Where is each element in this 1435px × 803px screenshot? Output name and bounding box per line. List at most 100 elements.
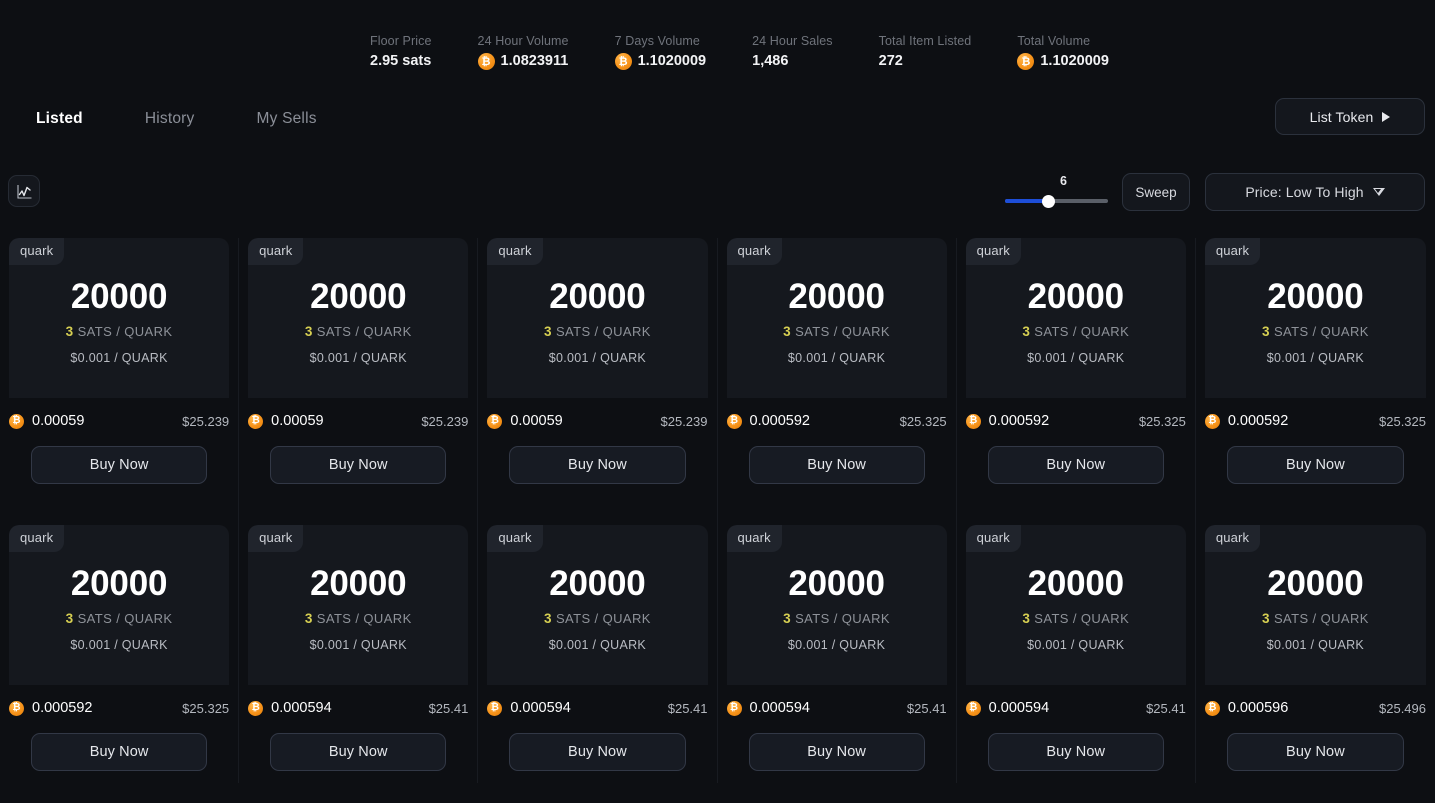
bitcoin-icon bbox=[615, 53, 632, 70]
stat-label: 7 Days Volume bbox=[615, 33, 707, 49]
card-btc-price-value: 0.00059 bbox=[32, 413, 84, 429]
card-amount: 20000 bbox=[727, 563, 947, 605]
listing-card[interactable]: quark200003 SATS / QUARK$0.001 / QUARK 0.… bbox=[239, 525, 478, 803]
bitcoin-icon bbox=[9, 701, 24, 716]
card-sats-rate-number: 3 bbox=[66, 324, 74, 339]
card-usd-price: $25.496 bbox=[1379, 701, 1426, 716]
stat-value: 1.1020009 bbox=[1017, 52, 1109, 70]
card-btc-price: 0.000592 bbox=[9, 700, 92, 716]
card-token-badge: quark bbox=[1205, 238, 1260, 265]
card-btc-price: 0.00059 bbox=[248, 413, 323, 429]
stat-item: 24 Hour Volume1.0823911 bbox=[478, 33, 569, 70]
card-media: quark200003 SATS / QUARK$0.001 / QUARK bbox=[9, 238, 229, 398]
card-price-row: 0.000596 $25.496 bbox=[1205, 697, 1426, 719]
buy-now-button[interactable]: Buy Now bbox=[1227, 733, 1404, 771]
card-price-row: 0.000592 $25.325 bbox=[9, 697, 229, 719]
line-chart-icon-button[interactable] bbox=[8, 175, 40, 207]
listing-card[interactable]: quark200003 SATS / QUARK$0.001 / QUARK0.… bbox=[957, 238, 1196, 525]
card-media: quark200003 SATS / QUARK$0.001 / QUARK bbox=[487, 238, 707, 398]
slider-thumb[interactable] bbox=[1042, 195, 1055, 208]
card-sats-rate-number: 3 bbox=[544, 611, 552, 626]
card-usd-price: $25.325 bbox=[1379, 414, 1426, 429]
stat-value-text: 1.1020009 bbox=[638, 52, 707, 70]
card-media: quark200003 SATS / QUARK$0.001 / QUARK bbox=[727, 238, 947, 398]
list-token-button[interactable]: List Token bbox=[1275, 98, 1425, 135]
tab-history[interactable]: History bbox=[145, 104, 195, 134]
card-usd-rate: $0.001 / QUARK bbox=[1205, 637, 1426, 653]
card-media: quark200003 SATS / QUARK$0.001 / QUARK bbox=[248, 238, 468, 398]
stat-item: Total Item Listed272 bbox=[879, 33, 972, 70]
card-sats-rate: 3 SATS / QUARK bbox=[727, 323, 947, 340]
card-sats-rate: 3 SATS / QUARK bbox=[966, 610, 1186, 627]
sweep-quantity-slider[interactable]: 6 bbox=[1003, 174, 1110, 214]
listing-card[interactable]: quark200003 SATS / QUARK$0.001 / QUARK0.… bbox=[478, 525, 717, 803]
card-usd-price: $25.325 bbox=[182, 701, 229, 716]
bitcoin-icon bbox=[727, 701, 742, 716]
card-amount: 20000 bbox=[727, 276, 947, 318]
stat-label: 24 Hour Volume bbox=[478, 33, 569, 49]
card-sats-rate-number: 3 bbox=[1022, 611, 1030, 626]
tab-listed[interactable]: Listed bbox=[36, 104, 83, 134]
card-btc-price: 0.000594 bbox=[727, 700, 810, 716]
card-sats-rate-unit: SATS / QUARK bbox=[1274, 324, 1369, 339]
sort-dropdown[interactable]: Price: Low To High bbox=[1205, 173, 1425, 211]
listing-card[interactable]: quark200003 SATS / QUARK$0.001 / QUARK 0.… bbox=[0, 238, 239, 525]
card-sats-rate-unit: SATS / QUARK bbox=[1034, 324, 1129, 339]
buy-now-button[interactable]: Buy Now bbox=[270, 733, 446, 771]
card-btc-price: 0.000594 bbox=[487, 700, 570, 716]
chevron-down-icon bbox=[1373, 188, 1385, 196]
buy-now-button[interactable]: Buy Now bbox=[509, 446, 685, 484]
buy-now-button[interactable]: Buy Now bbox=[988, 733, 1164, 771]
card-usd-rate: $0.001 / QUARK bbox=[727, 637, 947, 653]
stat-item: Floor Price2.95 sats bbox=[370, 33, 432, 70]
buy-now-button[interactable]: Buy Now bbox=[749, 733, 925, 771]
card-media: quark200003 SATS / QUARK$0.001 / QUARK bbox=[9, 525, 229, 685]
card-btc-price-value: 0.000594 bbox=[989, 700, 1049, 716]
buy-now-button[interactable]: Buy Now bbox=[31, 733, 207, 771]
listing-card[interactable]: quark200003 SATS / QUARK$0.001 / QUARK0.… bbox=[957, 525, 1196, 803]
stat-value-text: 1,486 bbox=[752, 52, 788, 70]
card-sats-rate-number: 3 bbox=[1262, 324, 1270, 339]
tab-my-sells[interactable]: My Sells bbox=[257, 104, 317, 134]
card-media: quark200003 SATS / QUARK$0.001 / QUARK bbox=[1205, 525, 1426, 685]
buy-now-button[interactable]: Buy Now bbox=[270, 446, 446, 484]
listing-card[interactable]: quark200003 SATS / QUARK$0.001 / QUARK 0.… bbox=[478, 238, 717, 525]
bitcoin-icon bbox=[478, 53, 495, 70]
listing-card[interactable]: quark200003 SATS / QUARK$0.001 / QUARK0.… bbox=[718, 238, 957, 525]
card-btc-price-value: 0.000592 bbox=[32, 700, 92, 716]
card-sats-rate-unit: SATS / QUARK bbox=[1034, 611, 1129, 626]
card-btc-price: 0.000596 bbox=[1205, 700, 1288, 716]
buy-now-button[interactable]: Buy Now bbox=[749, 446, 925, 484]
slider-value-label: 6 bbox=[1003, 174, 1110, 188]
listing-card[interactable]: quark200003 SATS / QUARK$0.001 / QUARK0.… bbox=[1196, 238, 1435, 525]
card-price-row: 0.000594$25.41 bbox=[248, 697, 468, 719]
card-sats-rate: 3 SATS / QUARK bbox=[1205, 610, 1426, 627]
card-usd-rate: $0.001 / QUARK bbox=[966, 350, 1186, 366]
listing-card[interactable]: quark200003 SATS / QUARK$0.001 / QUARK0.… bbox=[1196, 525, 1435, 803]
buy-now-button[interactable]: Buy Now bbox=[988, 446, 1164, 484]
card-sats-rate-number: 3 bbox=[1262, 611, 1270, 626]
listing-card[interactable]: quark200003 SATS / QUARK$0.001 / QUARK 0.… bbox=[239, 238, 478, 525]
card-usd-rate: $0.001 / QUARK bbox=[727, 350, 947, 366]
card-sats-rate-number: 3 bbox=[783, 611, 791, 626]
card-token-badge: quark bbox=[9, 525, 64, 552]
card-btc-price-value: 0.00059 bbox=[510, 413, 562, 429]
card-btc-price-value: 0.000594 bbox=[510, 700, 570, 716]
bitcoin-icon bbox=[727, 414, 742, 429]
card-media: quark200003 SATS / QUARK$0.001 / QUARK bbox=[248, 525, 468, 685]
slider-track[interactable] bbox=[1005, 199, 1108, 203]
buy-now-button[interactable]: Buy Now bbox=[31, 446, 207, 484]
buy-now-button[interactable]: Buy Now bbox=[1227, 446, 1404, 484]
listing-card[interactable]: quark200003 SATS / QUARK$0.001 / QUARK 0.… bbox=[0, 525, 239, 803]
card-token-badge: quark bbox=[248, 238, 303, 265]
card-sats-rate-number: 3 bbox=[305, 611, 313, 626]
buy-now-button[interactable]: Buy Now bbox=[509, 733, 685, 771]
card-usd-price: $25.41 bbox=[429, 701, 469, 716]
card-sats-rate-unit: SATS / QUARK bbox=[795, 324, 890, 339]
listing-card[interactable]: quark200003 SATS / QUARK$0.001 / QUARK0.… bbox=[718, 525, 957, 803]
card-btc-price: 0.000592 bbox=[1205, 413, 1288, 429]
sweep-button[interactable]: Sweep bbox=[1122, 173, 1190, 211]
card-sats-rate-number: 3 bbox=[66, 611, 74, 626]
card-sats-rate-unit: SATS / QUARK bbox=[317, 324, 412, 339]
listing-grid: quark200003 SATS / QUARK$0.001 / QUARK0.… bbox=[0, 238, 1435, 783]
